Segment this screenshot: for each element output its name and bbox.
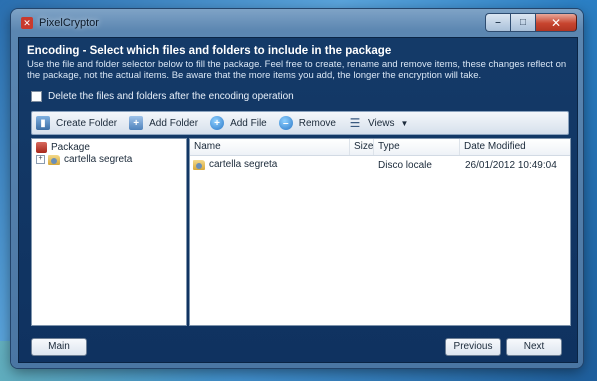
page-description: Use the file and folder selector below t… <box>27 59 567 81</box>
delete-after-label: Delete the files and folders after the e… <box>48 91 294 102</box>
views-icon: ☰ <box>349 116 361 130</box>
row-name-cell: cartella segreta <box>193 159 277 170</box>
tree-item-package[interactable]: Package <box>36 142 90 153</box>
folder-icon <box>48 154 60 165</box>
tree-item-label: cartella segreta <box>64 154 133 165</box>
chevron-down-icon: ▼ <box>400 118 409 128</box>
row-date-modified: 26/01/2012 10:49:04 <box>465 160 557 171</box>
add-folder-button[interactable]: + Add Folder <box>129 116 198 130</box>
add-folder-icon: + <box>129 116 144 130</box>
expand-icon[interactable]: + <box>36 155 45 164</box>
remove-label: Remove <box>298 117 336 129</box>
footer-bar: Main Previous Next <box>19 332 577 362</box>
tree-item-label: Package <box>51 142 90 153</box>
add-folder-label: Add Folder <box>149 117 199 129</box>
close-button[interactable]: ✕ <box>535 13 577 32</box>
main-button[interactable]: Main <box>31 338 87 356</box>
add-file-button[interactable]: + Add File <box>210 116 267 130</box>
row-type: Disco locale <box>378 160 432 171</box>
delete-after-checkbox[interactable] <box>31 91 42 102</box>
remove-icon: – <box>278 116 293 130</box>
app-icon[interactable]: ✕ <box>21 17 33 29</box>
pixelcryptor-window: ✕ PixelCryptor – □ ✕ Encoding - Select w… <box>11 9 583 368</box>
folder-tree[interactable]: Package + cartella segreta <box>31 138 187 326</box>
next-button[interactable]: Next <box>506 338 562 356</box>
maximize-icon: □ <box>519 17 527 28</box>
close-icon: ✕ <box>550 15 562 30</box>
column-header-date-modified[interactable]: Date Modified <box>460 139 570 155</box>
window-client-area: Encoding - Select which files and folder… <box>18 37 578 363</box>
maximize-button[interactable]: □ <box>510 13 535 32</box>
delete-after-option[interactable]: Delete the files and folders after the e… <box>31 91 294 102</box>
remove-button[interactable]: – Remove <box>278 116 336 130</box>
tree-item-cartella-segreta[interactable]: + cartella segreta <box>36 154 132 165</box>
window-title: PixelCryptor <box>39 17 99 29</box>
row-name: cartella segreta <box>209 159 278 170</box>
minimize-icon: – <box>495 17 501 28</box>
column-header-type[interactable]: Type <box>374 139 460 155</box>
file-list[interactable]: Name Size Type Date Modified cartella se… <box>189 138 571 326</box>
package-icon <box>36 142 47 153</box>
column-header-size[interactable]: Size <box>350 139 374 155</box>
toolbar: ▮ Create Folder + Add Folder + Add File … <box>31 111 569 135</box>
title-bar[interactable]: ✕ PixelCryptor – □ ✕ <box>11 9 583 37</box>
views-label: Views <box>368 117 395 129</box>
previous-button[interactable]: Previous <box>445 338 501 356</box>
page-heading: Encoding - Select which files and folder… <box>27 45 392 57</box>
folder-icon <box>193 159 205 170</box>
create-folder-label: Create Folder <box>56 117 118 129</box>
list-header: Name Size Type Date Modified <box>190 139 570 156</box>
views-dropdown[interactable]: ☰ Views ▼ <box>348 116 409 130</box>
minimize-button[interactable]: – <box>485 13 510 32</box>
caption-buttons: – □ ✕ <box>485 13 577 32</box>
create-folder-button[interactable]: ▮ Create Folder <box>36 116 117 130</box>
new-folder-icon: ▮ <box>36 116 50 130</box>
add-file-icon: + <box>210 116 225 130</box>
add-file-label: Add File <box>230 117 267 129</box>
column-header-name[interactable]: Name <box>190 139 350 155</box>
